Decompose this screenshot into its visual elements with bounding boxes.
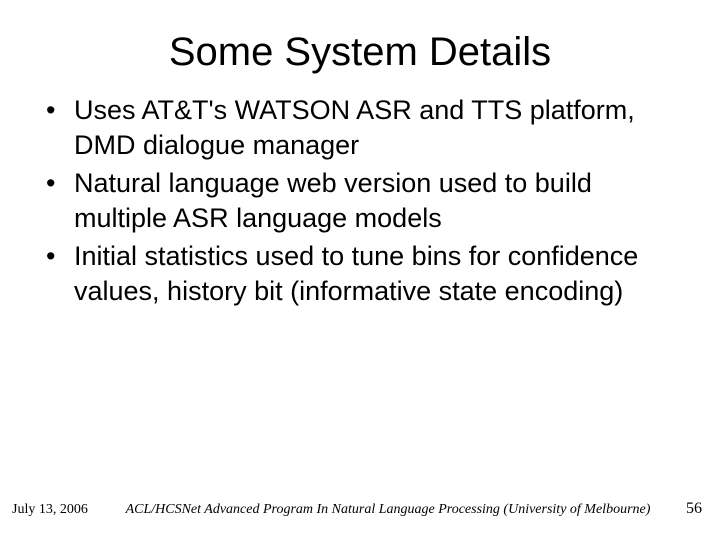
bullet-list: Uses AT&T's WATSON ASR and TTS platform,… xyxy=(40,93,680,308)
slide-body: Uses AT&T's WATSON ASR and TTS platform,… xyxy=(40,93,680,308)
list-item: Uses AT&T's WATSON ASR and TTS platform,… xyxy=(40,93,680,162)
footer-date: July 13, 2006 xyxy=(12,502,122,518)
slide-title: Some System Details xyxy=(40,30,680,75)
slide: Some System Details Uses AT&T's WATSON A… xyxy=(0,0,720,540)
slide-footer: July 13, 2006 ACL/HCSNet Advanced Progra… xyxy=(0,500,720,518)
footer-venue: ACL/HCSNet Advanced Program In Natural L… xyxy=(122,502,654,518)
list-item: Initial statistics used to tune bins for… xyxy=(40,239,680,308)
list-item: Natural language web version used to bui… xyxy=(40,166,680,235)
footer-pagenum: 56 xyxy=(654,500,702,518)
